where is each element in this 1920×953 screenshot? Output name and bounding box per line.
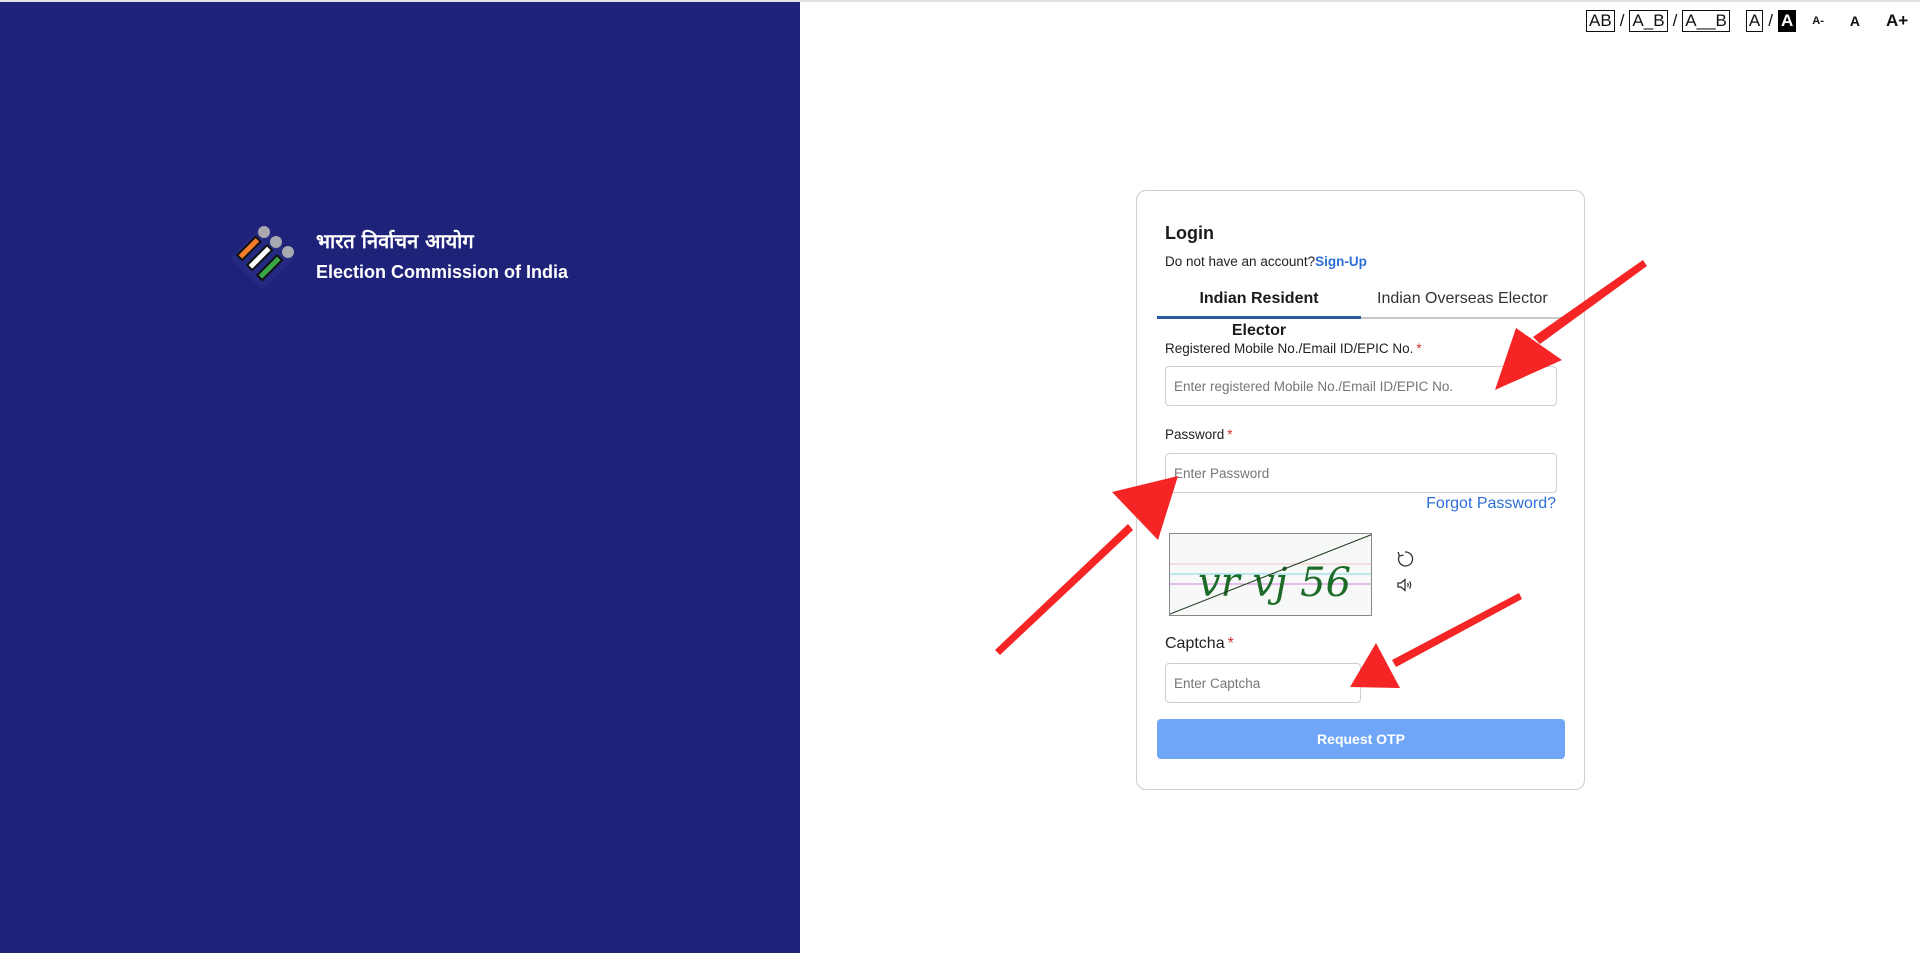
captcha-label: Captcha * [1165, 635, 1234, 653]
eci-logo-icon [230, 226, 294, 290]
request-otp-button[interactable]: Request OTP [1157, 719, 1565, 759]
separator: / [1619, 11, 1625, 30]
identifier-input[interactable] [1165, 366, 1557, 406]
forgot-password-link[interactable]: Forgot Password? [1426, 495, 1556, 513]
brand-hindi-name: भारत निर्वाचन आयोग [316, 229, 474, 253]
brand: भारत निर्वाचन आयोग Election Commission o… [226, 222, 568, 290]
accessibility-toolbar: AB / A_B / A__B A / A A- A A+ [1586, 10, 1908, 32]
required-mark: * [1416, 341, 1422, 356]
contrast-normal-button[interactable]: A [1745, 10, 1764, 32]
identifier-label: Registered Mobile No./Email ID/EPIC No. * [1165, 341, 1422, 356]
separator: / [1672, 11, 1678, 30]
password-input[interactable] [1165, 453, 1557, 493]
elector-type-tabs: Indian Resident Elector Indian Overseas … [1157, 283, 1567, 339]
no-account-text: Do not have an account? [1165, 254, 1316, 269]
page: भारत निर्वाचन आयोग Election Commission o… [0, 0, 1920, 953]
captcha-graphic: vr vj 56 [1170, 534, 1371, 615]
password-label-text: Password [1165, 427, 1225, 442]
captcha-actions [1395, 549, 1415, 595]
separator: / [1768, 11, 1773, 30]
password-label: Password * [1165, 427, 1233, 442]
required-mark: * [1227, 427, 1233, 442]
refresh-captcha-icon[interactable] [1395, 549, 1415, 569]
left-brand-panel: भारत निर्वाचन आयोग Election Commission o… [0, 2, 800, 953]
font-increase-button[interactable]: A+ [1886, 11, 1908, 31]
font-decrease-button[interactable]: A- [1812, 15, 1824, 27]
spacing-normal-button[interactable]: AB [1586, 10, 1615, 32]
tab-indian-resident-elector[interactable]: Indian Resident Elector [1157, 283, 1361, 339]
signup-prompt: Do not have an account?Sign-Up [1165, 254, 1367, 269]
captcha-text: vr vj 56 [1198, 560, 1351, 606]
spacing-wide-button[interactable]: A__B [1682, 10, 1730, 32]
required-mark: * [1227, 635, 1234, 652]
captcha-label-text: Captcha [1165, 635, 1225, 652]
identifier-label-text: Registered Mobile No./Email ID/EPIC No. [1165, 341, 1414, 356]
font-normal-button[interactable]: A [1850, 13, 1860, 29]
captcha-image: vr vj 56 [1169, 533, 1372, 616]
login-card: Login Do not have an account?Sign-Up Ind… [1136, 190, 1585, 790]
signup-link[interactable]: Sign-Up [1315, 254, 1367, 269]
tab-indian-overseas-elector[interactable]: Indian Overseas Elector [1361, 283, 1564, 319]
audio-captcha-icon[interactable] [1395, 575, 1415, 595]
brand-english-name: Election Commission of India [316, 262, 569, 282]
login-title: Login [1165, 223, 1214, 243]
contrast-high-button[interactable]: A [1777, 10, 1797, 32]
captcha-input[interactable] [1165, 663, 1361, 703]
spacing-medium-button[interactable]: A_B [1629, 10, 1668, 32]
